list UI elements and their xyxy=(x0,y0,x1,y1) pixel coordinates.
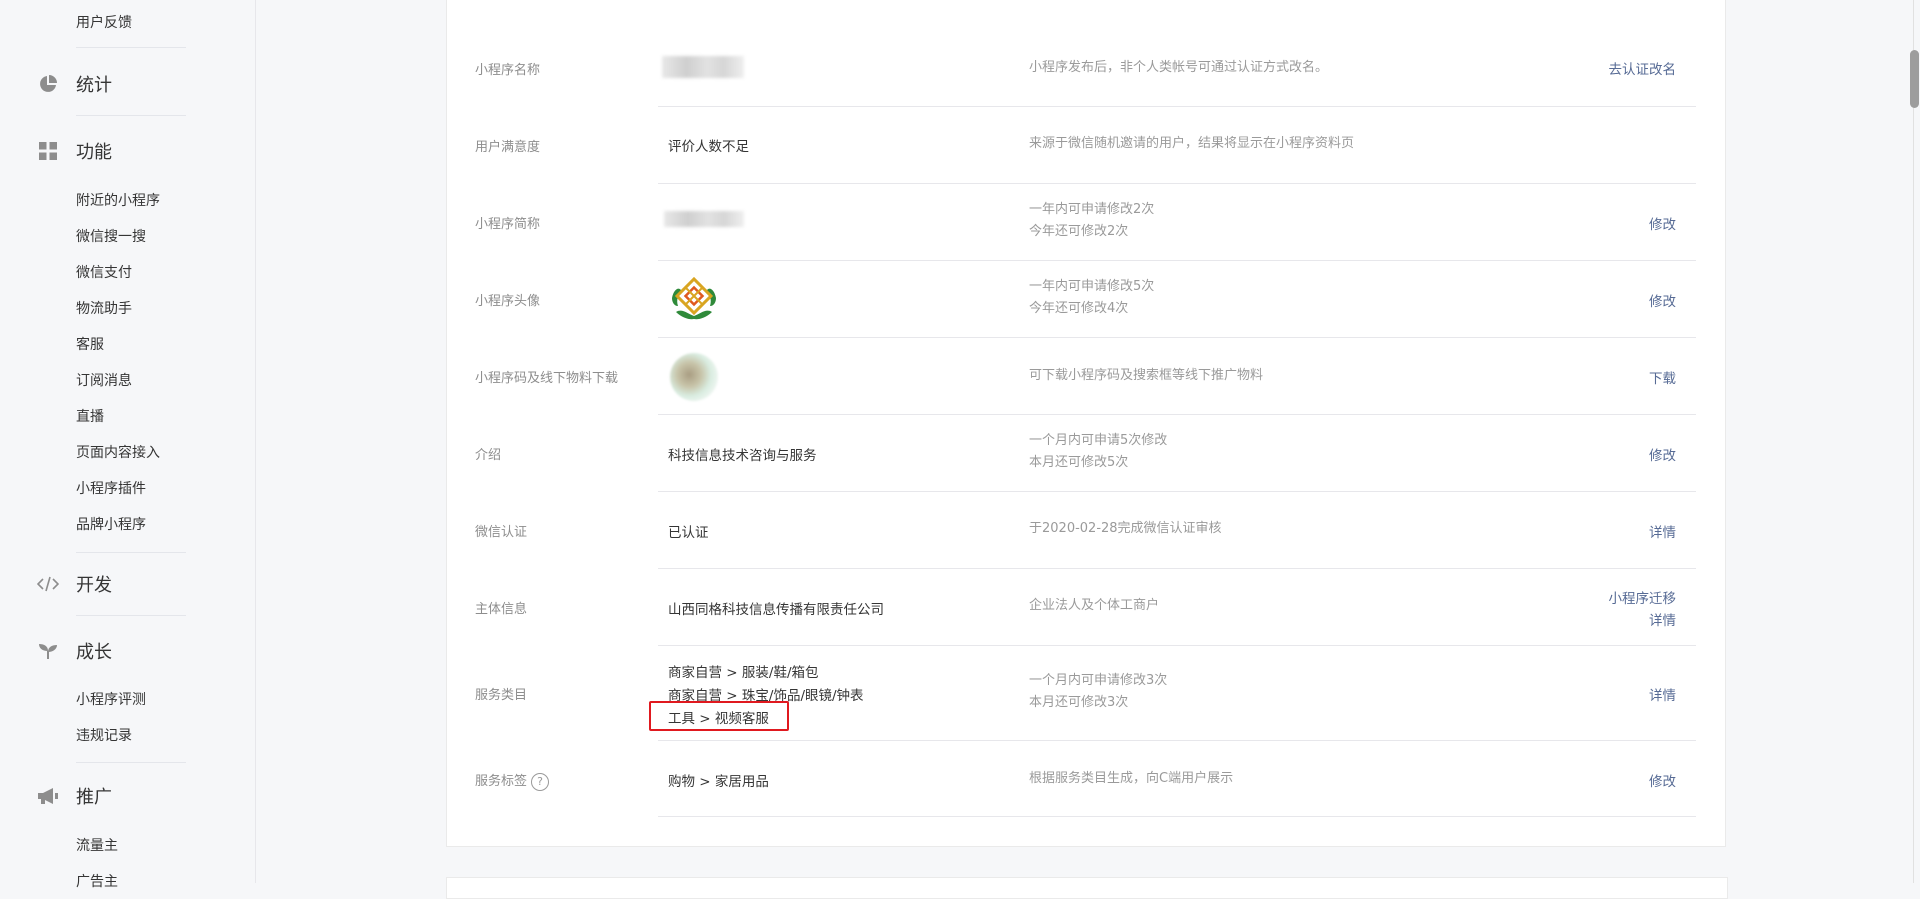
row-desc: 可下载小程序码及搜索框等线下推广物料 xyxy=(1029,368,1264,383)
grid-icon xyxy=(36,139,60,163)
row-desc: 来源于微信随机邀请的用户，结果将显示在小程序资料页 xyxy=(1029,136,1355,151)
row-desc: 本月还可修改3次 xyxy=(1029,695,1129,710)
row-desc: 企业法人及个体工商户 xyxy=(1029,598,1160,613)
row-value: 已认证 xyxy=(668,525,709,541)
sidebar-item-review[interactable]: 小程序评测 xyxy=(76,689,146,709)
redacted-short-name xyxy=(664,211,744,227)
category-detail-link[interactable]: 详情 xyxy=(1649,684,1676,704)
migrate-link[interactable]: 小程序迁移 xyxy=(1609,587,1677,607)
row-label: 小程序头像 xyxy=(475,294,541,309)
divider xyxy=(658,260,1696,261)
row-label: 用户满意度 xyxy=(475,140,541,155)
edit-intro-link[interactable]: 修改 xyxy=(1649,444,1676,464)
row-desc: 本月还可修改5次 xyxy=(1029,455,1129,470)
qrcode-thumbnail xyxy=(670,353,718,401)
pie-chart-icon xyxy=(36,72,60,96)
sidebar-item-logistics[interactable]: 物流助手 xyxy=(76,298,132,318)
sidebar-item-live[interactable]: 直播 xyxy=(76,406,104,426)
divider xyxy=(76,115,186,116)
row-desc: 一年内可申请修改2次 xyxy=(1029,202,1155,217)
cert-detail-link[interactable]: 详情 xyxy=(1649,521,1676,541)
divider xyxy=(658,491,1696,492)
row-desc: 于2020-02-28完成微信认证审核 xyxy=(1029,521,1222,536)
divider xyxy=(658,337,1696,338)
divider xyxy=(76,762,186,763)
highlight-box xyxy=(649,701,789,731)
row-desc: 一个月内可申请5次修改 xyxy=(1029,433,1168,448)
row-label: 介绍 xyxy=(475,448,502,463)
megaphone-icon xyxy=(36,784,60,808)
divider xyxy=(658,568,1696,569)
row-label: 服务类目 xyxy=(475,688,528,703)
divider xyxy=(658,816,1696,817)
sidebar-item-content[interactable]: 页面内容接入 xyxy=(76,442,160,462)
row-label: 小程序名称 xyxy=(475,63,541,78)
divider xyxy=(658,183,1696,184)
divider xyxy=(76,47,186,48)
row-desc: 今年还可修改2次 xyxy=(1029,224,1129,239)
sidebar-item-nearby[interactable]: 附近的小程序 xyxy=(76,190,160,210)
row-desc: 小程序发布后，非个人类帐号可通过认证方式改名。 xyxy=(1029,60,1329,75)
row-desc: 一个月内可申请修改3次 xyxy=(1029,673,1168,688)
scrollbar-edge xyxy=(1913,0,1914,883)
entity-detail-link[interactable]: 详情 xyxy=(1649,609,1676,629)
sprout-icon xyxy=(36,639,60,663)
row-label: 小程序码及线下物料下载 xyxy=(475,371,619,386)
divider xyxy=(658,645,1696,646)
scrollbar-thumb[interactable] xyxy=(1910,50,1919,108)
edit-avatar-link[interactable]: 修改 xyxy=(1649,290,1676,310)
row-desc: 一年内可申请修改5次 xyxy=(1029,279,1155,294)
sidebar-group-label: 推广 xyxy=(76,787,112,808)
sidebar-group-label: 开发 xyxy=(76,575,112,596)
category-item: 商家自营 > 服装/鞋/箱包 xyxy=(668,665,819,681)
row-value: 购物 > 家居用品 xyxy=(668,774,769,790)
rename-by-cert-link[interactable]: 去认证改名 xyxy=(1609,58,1677,78)
row-label: 主体信息 xyxy=(475,602,528,617)
next-card xyxy=(446,877,1728,899)
sidebar-group-label: 统计 xyxy=(76,75,112,96)
redacted-name xyxy=(662,56,744,78)
divider xyxy=(658,414,1696,415)
row-label: 微信认证 xyxy=(475,525,528,540)
row-value: 科技信息技术咨询与服务 xyxy=(668,448,817,464)
avatar xyxy=(668,274,720,320)
sidebar-group-growth[interactable]: 成长 xyxy=(36,638,112,664)
sidebar-item-traffic[interactable]: 流量主 xyxy=(76,835,118,855)
sidebar-item-brand[interactable]: 品牌小程序 xyxy=(76,514,146,534)
row-value: 评价人数不足 xyxy=(668,139,749,155)
row-label: 服务标签? xyxy=(475,770,550,791)
sidebar-item-feedback[interactable]: 用户反馈 xyxy=(76,12,132,32)
code-icon xyxy=(36,572,60,596)
sidebar-group-stats[interactable]: 统计 xyxy=(36,71,112,97)
sidebar-group-promo[interactable]: 推广 xyxy=(36,783,112,809)
sidebar-item-plugin[interactable]: 小程序插件 xyxy=(76,478,146,498)
row-desc: 今年还可修改4次 xyxy=(1029,301,1129,316)
edit-tags-link[interactable]: 修改 xyxy=(1649,770,1676,790)
row-label: 小程序简称 xyxy=(475,217,541,232)
scrollbar[interactable] xyxy=(1910,0,1920,883)
divider xyxy=(658,740,1696,741)
edit-short-name-link[interactable]: 修改 xyxy=(1649,213,1676,233)
divider xyxy=(76,552,186,553)
row-desc: 根据服务类目生成，向C端用户展示 xyxy=(1029,771,1234,786)
sidebar-item-search[interactable]: 微信搜一搜 xyxy=(76,226,146,246)
sidebar-item-violation[interactable]: 违规记录 xyxy=(76,725,132,745)
sidebar: 用户反馈 统计 功能 附近的小程序 微信搜一搜 微信支付 物流助手 客服 订阅消… xyxy=(0,0,256,890)
sidebar-group-label: 功能 xyxy=(76,142,112,163)
sidebar-item-advertiser[interactable]: 广告主 xyxy=(76,871,118,891)
sidebar-group-label: 成长 xyxy=(76,642,112,663)
sidebar-item-subscribe[interactable]: 订阅消息 xyxy=(76,370,132,390)
help-icon[interactable]: ? xyxy=(531,772,550,791)
download-link[interactable]: 下载 xyxy=(1649,367,1676,387)
divider xyxy=(76,615,186,616)
sidebar-item-pay[interactable]: 微信支付 xyxy=(76,262,132,282)
divider xyxy=(658,106,1696,107)
row-label-text: 服务标签 xyxy=(475,774,528,789)
sidebar-item-service[interactable]: 客服 xyxy=(76,334,104,354)
sidebar-group-features[interactable]: 功能 xyxy=(36,138,112,164)
row-value: 山西同格科技信息传播有限责任公司 xyxy=(668,602,884,618)
sidebar-group-dev[interactable]: 开发 xyxy=(36,571,112,597)
settings-card xyxy=(446,0,1726,847)
